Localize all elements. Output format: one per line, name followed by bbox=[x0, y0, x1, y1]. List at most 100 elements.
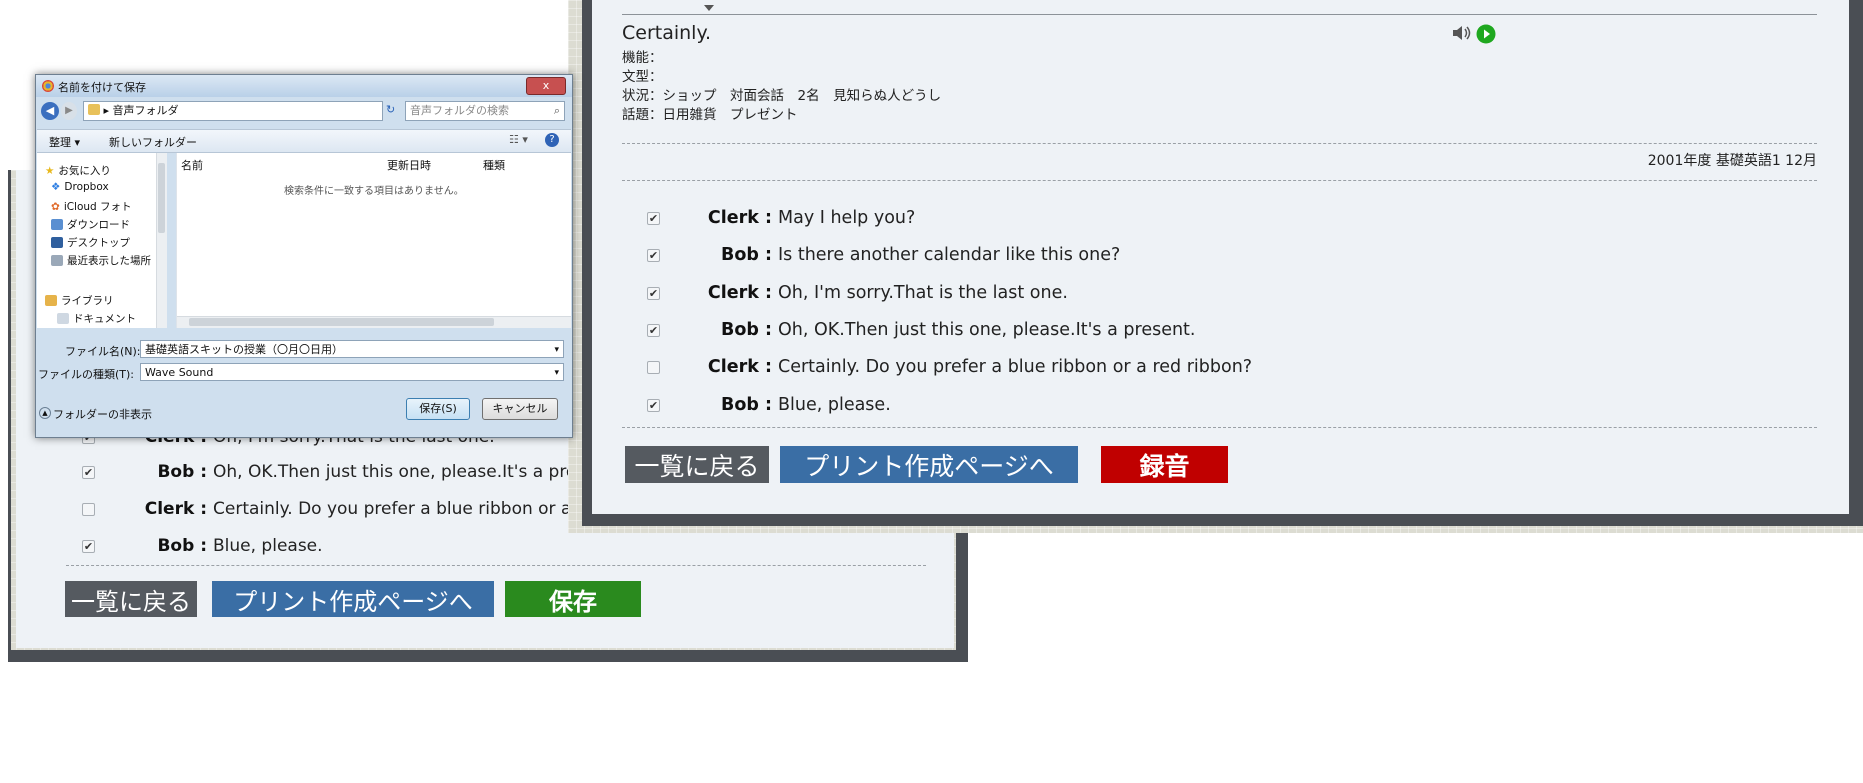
new-folder-button[interactable]: 新しいフォルダー bbox=[109, 134, 197, 150]
back-window-bottom-border bbox=[8, 650, 968, 662]
row-checkbox[interactable]: ✔ bbox=[82, 539, 95, 553]
save-button[interactable]: 保存 bbox=[505, 581, 641, 617]
speaker-label: Bob : bbox=[157, 462, 207, 482]
nav-label: お気に入り bbox=[58, 165, 111, 177]
chevron-down-icon[interactable]: ▾ bbox=[554, 364, 559, 382]
row-checkbox[interactable]: ✔ bbox=[647, 211, 660, 225]
nav-item-dropbox[interactable]: ❖ Dropbox bbox=[51, 181, 109, 193]
source-label: 2001年度 基礎英語1 12月 bbox=[1647, 153, 1817, 169]
dialog-save-button[interactable]: 保存(S) bbox=[406, 398, 470, 420]
speaker-label: Clerk : bbox=[707, 283, 772, 303]
utterance-text: Blue, please. bbox=[778, 395, 891, 415]
divider bbox=[622, 180, 1817, 181]
nav-label: デスクトップ bbox=[67, 237, 130, 249]
print-page-button[interactable]: プリント作成ページへ bbox=[212, 581, 494, 617]
speaker-icon[interactable] bbox=[1452, 25, 1472, 45]
chevron-down-icon[interactable]: ▾ bbox=[554, 341, 559, 359]
utterance-text: Blue, please. bbox=[213, 536, 323, 556]
close-button[interactable]: x bbox=[526, 77, 566, 95]
dialogue-row: ✔ Bob : Oh, OK.Then just this one, pleas… bbox=[82, 462, 585, 482]
nav-scrollbar-thumb[interactable] bbox=[158, 163, 165, 233]
documents-icon bbox=[57, 313, 69, 324]
dialog-cancel-button[interactable]: キャンセル bbox=[482, 398, 558, 420]
nav-item-favorites[interactable]: ★ お気に入り bbox=[45, 163, 111, 178]
dialogue-row: ✔ Clerk : May I help you? bbox=[647, 208, 915, 228]
row-checkbox[interactable]: ✔ bbox=[647, 398, 660, 412]
nav-item-downloads[interactable]: ダウンロード bbox=[51, 217, 130, 232]
record-button[interactable]: 録音 bbox=[1101, 446, 1228, 483]
nav-item-recent[interactable]: 最近表示した場所 bbox=[51, 253, 151, 268]
utterance-text: Certainly. Do you prefer a blue ribbon o… bbox=[213, 499, 584, 519]
dropbox-icon: ❖ bbox=[51, 181, 61, 193]
filetype-value: Wave Sound bbox=[145, 366, 214, 379]
forward-arrow-icon[interactable]: ▶ bbox=[61, 102, 77, 120]
chevron-up-icon[interactable]: ▲ bbox=[39, 407, 51, 419]
back-to-list-button[interactable]: 一覧に戻る bbox=[65, 581, 197, 617]
row-checkbox[interactable]: ✔ bbox=[647, 286, 660, 300]
row-checkbox[interactable]: ✔ bbox=[647, 248, 660, 262]
divider bbox=[66, 565, 926, 566]
nav-item-libraries[interactable]: ライブラリ bbox=[45, 293, 114, 308]
back-arrow-icon[interactable]: ◀ bbox=[41, 102, 59, 120]
back-to-list-button[interactable]: 一覧に戻る bbox=[625, 446, 769, 483]
utterance-text: Oh, OK.Then just this one, please.It's a… bbox=[778, 320, 1196, 340]
empty-message: 検索条件に一致する項目はありません。 bbox=[284, 186, 464, 197]
refresh-icon[interactable]: ↻ bbox=[386, 103, 395, 116]
nav-label: ライブラリ bbox=[61, 295, 114, 307]
nav-item-desktop[interactable]: デスクトップ bbox=[51, 235, 130, 250]
dialogue-row: ✔ Bob : Oh, OK.Then just this one, pleas… bbox=[647, 320, 1195, 340]
nav-item-icloud[interactable]: ✿ iCloud フォト bbox=[51, 199, 132, 214]
situation-label: 状況：ショップ 対面会話 2名 見知らぬ人どうし bbox=[622, 88, 942, 104]
horizontal-scrollbar-thumb[interactable] bbox=[189, 318, 494, 326]
print-page-button[interactable]: プリント作成ページへ bbox=[780, 446, 1078, 483]
filename-label: ファイル名(N): bbox=[65, 345, 141, 358]
column-header-type[interactable]: 種類 bbox=[483, 157, 505, 173]
back-window-left-border bbox=[8, 170, 11, 662]
filetype-select[interactable]: Wave Sound ▾ bbox=[140, 363, 564, 381]
utterance-text: Certainly. Do you prefer a blue ribbon o… bbox=[778, 357, 1253, 377]
download-folder-icon bbox=[51, 219, 63, 230]
view-options-icon[interactable]: ☷ ▾ bbox=[509, 133, 528, 146]
search-icon[interactable]: ⌕ bbox=[554, 102, 560, 120]
top-rule bbox=[622, 14, 1817, 15]
play-icon[interactable] bbox=[1476, 24, 1496, 48]
path-bar[interactable]: ▸ 音声フォルダ bbox=[83, 101, 383, 121]
save-as-dialog: 名前を付けて保存 x ◀ ▶ ▸ 音声フォルダ ↻ 音声フォルダの検索 ⌕ 整理… bbox=[35, 74, 573, 438]
function-label: 機能： bbox=[622, 50, 663, 66]
front-window-left-border bbox=[582, 0, 592, 524]
dropdown-caret-icon[interactable] bbox=[704, 5, 714, 11]
filename-input[interactable]: 基礎英語スキットの授業（〇月〇日用） ▾ bbox=[140, 340, 564, 358]
nav-scrollbar[interactable] bbox=[156, 153, 167, 328]
column-header-name[interactable]: 名前 bbox=[181, 157, 203, 173]
front-content-card: Certainly. 機能： 文型： 状況：ショップ 対面会話 2名 見知らぬ人… bbox=[592, 0, 1849, 514]
row-checkbox[interactable] bbox=[82, 502, 95, 516]
utterance-text: Is there another calendar like this one? bbox=[778, 245, 1121, 265]
dialog-toolbar: 整理 ▾ 新しいフォルダー ☷ ▾ ? bbox=[37, 129, 571, 153]
phrase-heading: Certainly. bbox=[622, 22, 712, 44]
nav-label: 最近表示した場所 bbox=[67, 255, 151, 267]
horizontal-scrollbar[interactable] bbox=[177, 316, 571, 328]
dialogue-row: ✔ Bob : Blue, please. bbox=[82, 536, 323, 556]
nav-label: Dropbox bbox=[64, 181, 109, 193]
search-input[interactable]: 音声フォルダの検索 ⌕ bbox=[405, 101, 565, 121]
library-icon bbox=[45, 295, 57, 306]
help-icon[interactable]: ? bbox=[545, 133, 559, 147]
topic-label: 話題：日用雑貨 プレゼント bbox=[622, 107, 798, 123]
divider bbox=[622, 143, 1817, 144]
star-icon: ★ bbox=[45, 164, 55, 177]
speaker-label: Bob : bbox=[721, 395, 772, 415]
speaker-label: Bob : bbox=[157, 536, 207, 556]
dialogue-row: Clerk : Certainly. Do you prefer a blue … bbox=[647, 357, 1252, 377]
front-window-right-border bbox=[1849, 0, 1863, 524]
column-header-modified[interactable]: 更新日時 bbox=[387, 157, 431, 173]
nav-label: ダウンロード bbox=[67, 219, 130, 231]
utterance-text: Oh, I'm sorry.That is the last one. bbox=[778, 283, 1068, 303]
icloud-photos-icon: ✿ bbox=[51, 200, 60, 213]
row-checkbox[interactable]: ✔ bbox=[647, 323, 660, 337]
row-checkbox[interactable]: ✔ bbox=[82, 465, 95, 479]
dialogue-row: ✔ Bob : Is there another calendar like t… bbox=[647, 245, 1120, 265]
organize-menu[interactable]: 整理 ▾ bbox=[49, 134, 80, 150]
row-checkbox[interactable] bbox=[647, 360, 660, 374]
nav-item-documents[interactable]: ドキュメント bbox=[57, 311, 136, 326]
hide-folders-toggle[interactable]: フォルダーの非表示 bbox=[53, 406, 152, 422]
